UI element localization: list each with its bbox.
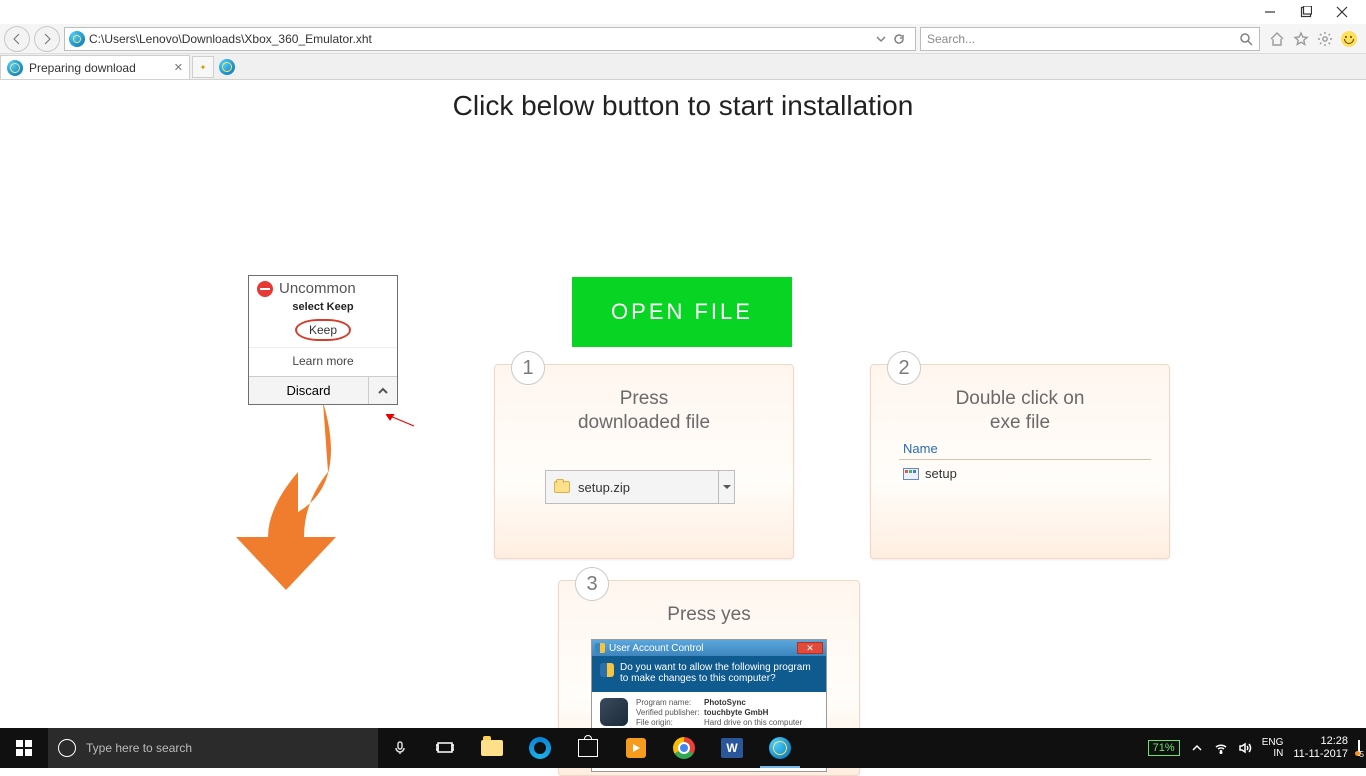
word-app[interactable]: W — [708, 728, 756, 768]
feedback-icon[interactable] — [1340, 30, 1358, 48]
movies-app[interactable] — [612, 728, 660, 768]
address-bar[interactable]: C:\Users\Lenovo\Downloads\Xbox_360_Emula… — [64, 27, 916, 51]
address-text: C:\Users\Lenovo\Downloads\Xbox_360_Emula… — [89, 32, 372, 46]
cortana-icon — [58, 739, 76, 757]
mic-icon[interactable] — [378, 728, 422, 768]
close-button[interactable] — [1324, 0, 1360, 24]
downloaded-file-box[interactable]: setup.zip — [545, 470, 735, 504]
step-number: 1 — [511, 351, 545, 385]
popup-title: Uncommon — [279, 280, 356, 297]
step-number: 2 — [887, 351, 921, 385]
open-file-button[interactable]: OPEN FILE — [572, 277, 792, 347]
clock[interactable]: 12:2811-11-2017 — [1293, 735, 1348, 760]
favorites-icon[interactable] — [1292, 30, 1310, 48]
taskbar-search[interactable]: Type here to search — [48, 728, 378, 768]
page-viewport: Click below button to start installation… — [0, 80, 1366, 728]
search-placeholder: Type here to search — [86, 741, 192, 755]
popup-subtitle: select Keep — [249, 301, 397, 319]
forward-button[interactable] — [34, 26, 60, 52]
keep-button[interactable]: Keep — [295, 319, 351, 341]
browser-toolbar: C:\Users\Lenovo\Downloads\Xbox_360_Emula… — [0, 24, 1366, 54]
downloaded-filename: setup.zip — [578, 480, 718, 495]
folder-icon — [546, 481, 578, 493]
red-arrow-annotation — [386, 414, 416, 433]
column-header-name[interactable]: Name — [899, 441, 1151, 460]
tools-icon[interactable] — [1316, 30, 1334, 48]
discard-button[interactable]: Discard — [249, 377, 369, 404]
store-app[interactable] — [564, 728, 612, 768]
edge-app[interactable] — [516, 728, 564, 768]
uac-close-button[interactable]: ✕ — [797, 642, 823, 654]
step-number: 3 — [575, 567, 609, 601]
chrome-app[interactable] — [660, 728, 708, 768]
tab-bar: Preparing download ✕ ✦ — [0, 54, 1366, 80]
battery-indicator[interactable]: 71% — [1148, 740, 1180, 756]
taskbar-apps: W — [468, 728, 804, 768]
stop-icon — [257, 281, 273, 297]
refresh-icon[interactable] — [893, 33, 905, 45]
home-icon[interactable] — [1268, 30, 1286, 48]
tab-favicon — [7, 60, 23, 76]
explorer-view: Name setup — [899, 441, 1151, 487]
uac-metadata: Program name:PhotoSync Verified publishe… — [636, 698, 802, 727]
tab-preparing-download[interactable]: Preparing download ✕ — [0, 55, 190, 79]
file-item-label: setup — [925, 466, 957, 481]
exe-icon — [903, 468, 919, 480]
uac-title: User Account Control — [605, 643, 797, 654]
tab-title: Preparing download — [29, 61, 136, 75]
step-title: Double click on exe file — [871, 387, 1169, 435]
file-item-setup[interactable]: setup — [899, 460, 1151, 487]
dropdown-icon[interactable] — [875, 33, 887, 45]
volume-icon[interactable] — [1238, 741, 1252, 755]
windows-taskbar: Type here to search W 71% ENGIN 12:2811-… — [0, 728, 1366, 768]
tab-ie[interactable] — [216, 56, 238, 78]
down-arrow-graphic — [228, 402, 368, 597]
page-headline: Click below button to start installation — [0, 90, 1366, 122]
toolbar-right-icons — [1264, 30, 1362, 48]
back-button[interactable] — [4, 26, 30, 52]
step-card-1: 1 Press downloaded file setup.zip — [494, 364, 794, 559]
language-indicator[interactable]: ENGIN — [1262, 737, 1284, 759]
file-dropdown-icon[interactable] — [718, 471, 734, 503]
ie-app[interactable] — [756, 728, 804, 768]
new-tab-button[interactable]: ✦ — [192, 56, 214, 78]
download-warning-popup: Uncommon select Keep Keep Learn more Dis… — [248, 275, 398, 405]
uac-app-icon — [600, 698, 628, 726]
tray-chevron-up-icon[interactable] — [1190, 741, 1204, 755]
window-titlebar — [0, 0, 1366, 24]
step-title: Press yes — [559, 603, 859, 627]
step-card-2: 2 Double click on exe file Name setup — [870, 364, 1170, 559]
minimize-button[interactable] — [1252, 0, 1288, 24]
file-explorer-app[interactable] — [468, 728, 516, 768]
shield-icon — [595, 643, 605, 653]
task-view-button[interactable] — [422, 728, 468, 768]
discard-chevron[interactable] — [369, 377, 397, 404]
search-box[interactable]: Search... — [920, 27, 1260, 51]
learn-more-link[interactable]: Learn more — [249, 347, 397, 376]
search-placeholder: Search... — [927, 32, 975, 46]
page-icon — [69, 31, 85, 47]
system-tray: 71% ENGIN 12:2811-11-2017 5 — [1148, 728, 1366, 768]
uac-titlebar: User Account Control ✕ — [592, 640, 826, 656]
maximize-button[interactable] — [1288, 0, 1324, 24]
tab-close-icon[interactable]: ✕ — [174, 61, 183, 74]
address-controls — [869, 33, 911, 45]
wifi-icon[interactable] — [1214, 741, 1228, 755]
start-button[interactable] — [0, 728, 48, 768]
notifications-icon[interactable]: 5 — [1358, 741, 1360, 755]
step-title: Press downloaded file — [495, 387, 793, 435]
search-icon[interactable] — [1239, 32, 1253, 46]
shield-icon — [600, 663, 614, 677]
uac-question: Do you want to allow the following progr… — [620, 662, 818, 684]
